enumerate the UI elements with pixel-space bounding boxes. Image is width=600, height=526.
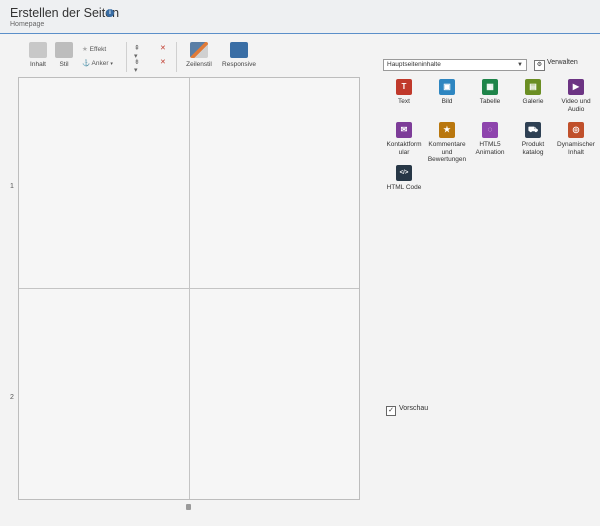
content-tile-label: Galerie — [522, 98, 544, 105]
chevron-down-icon: ▾ — [110, 61, 113, 67]
manage-label: Verwalten — [547, 59, 578, 66]
manage-icon: ⚙ — [534, 60, 545, 71]
image-icon: ▣ — [439, 79, 455, 95]
page-header: Erstellen der Seiten i Homepage — [0, 0, 600, 34]
mail-icon: ✉ — [396, 122, 412, 138]
content-category-select[interactable]: Hauptseiteninhalte ▼ — [383, 59, 527, 71]
dynamic-icon: ◎ — [568, 122, 584, 138]
resize-handle[interactable] — [186, 504, 191, 510]
page-title: Erstellen der Seiten — [10, 6, 120, 20]
effekt-label: Effekt — [89, 46, 107, 53]
brush-icon — [55, 42, 73, 58]
cart-icon: ⛟ — [525, 122, 541, 138]
pencil-icon — [29, 42, 47, 58]
content-tile-label: HTML Code — [386, 184, 422, 191]
zeilenstil-label: Zeilenstil — [186, 61, 212, 68]
row-number-2: 2 — [10, 394, 14, 401]
content-tile-label: Text — [398, 98, 410, 105]
info-icon[interactable]: i — [106, 9, 114, 17]
row-number-1: 1 — [10, 183, 14, 190]
responsive-icon — [230, 42, 248, 58]
content-tile[interactable]: T Text — [384, 79, 424, 106]
select-value: Hauptseiteninhalte — [387, 61, 441, 68]
content-tile[interactable]: ★ Kommentare und Bewertungen — [427, 122, 467, 164]
content-tile-label: Bild — [441, 98, 453, 105]
anker-label: Anker — [91, 60, 109, 67]
preview-checkbox[interactable]: ✓ Vorschau — [386, 405, 428, 416]
content-tile[interactable]: </> HTML Code — [384, 165, 424, 192]
zeilenstil-button[interactable]: Zeilenstil — [182, 42, 216, 68]
inhalt-label: Inhalt — [30, 61, 46, 68]
layout-grid[interactable] — [18, 77, 360, 500]
responsive-button[interactable]: Responsive — [221, 42, 257, 68]
code-icon: </> — [396, 165, 412, 181]
content-tile[interactable]: ▣ Bild — [427, 79, 467, 106]
inhalt-button[interactable]: Inhalt — [26, 42, 50, 68]
page-subtitle: Homepage — [10, 21, 45, 28]
chevron-down-icon: ▼ — [517, 62, 523, 68]
animation-icon: ◌ — [482, 122, 498, 138]
content-tile[interactable]: ◎ Dynamischer Inhalt — [556, 122, 596, 156]
content-tile-label: Kommentare und Bewertungen — [427, 141, 467, 163]
text-icon: T — [396, 79, 412, 95]
delete-row-icon[interactable]: ✕ — [160, 58, 166, 66]
responsive-label: Responsive — [222, 61, 256, 68]
table-icon: ▦ — [482, 79, 498, 95]
toolbar-separator — [176, 42, 177, 72]
star-icon: ★ — [82, 46, 88, 53]
star-icon: ★ — [439, 122, 455, 138]
gallery-icon: ▤ — [525, 79, 541, 95]
delete-column-icon[interactable]: ✕ — [160, 44, 166, 52]
preview-label: Vorschau — [399, 405, 429, 412]
toolbar-separator — [126, 42, 127, 72]
manage-button[interactable]: ⚙ Verwalten — [534, 59, 578, 71]
content-tile[interactable]: ▶ Video und Audio — [556, 79, 596, 113]
effekt-button[interactable]: ★ Effekt — [82, 45, 106, 53]
content-tile[interactable]: ⛟ Produkt katalog — [513, 122, 553, 156]
content-tile[interactable]: ▤ Galerie — [513, 79, 553, 106]
checkbox-checked-icon: ✓ — [386, 406, 396, 416]
content-tile-label: Tabelle — [479, 98, 501, 105]
content-tile[interactable]: ▦ Tabelle — [470, 79, 510, 106]
anker-button[interactable]: ⚓ Anker ▾ — [82, 59, 113, 67]
insert-row-below-icon[interactable]: ⇟ ▾ — [134, 58, 140, 74]
content-tile[interactable]: ✉ Kontaktform ular — [384, 122, 424, 156]
content-tile-label: Produkt katalog — [521, 141, 545, 156]
row-style-icon — [190, 42, 208, 58]
content-tile-label: Dynamischer Inhalt — [557, 141, 595, 156]
anchor-icon: ⚓ — [82, 60, 91, 67]
content-tile-label: Kontaktform ular — [386, 141, 422, 156]
video-icon: ▶ — [568, 79, 584, 95]
content-tile[interactable]: ◌ HTML5 Animation — [470, 122, 510, 156]
content-tile-label: Video und Audio — [561, 98, 591, 113]
row-divider[interactable] — [19, 288, 359, 289]
stil-label: Stil — [59, 61, 69, 68]
content-tile-label: HTML5 Animation — [475, 141, 505, 156]
stil-button[interactable]: Stil — [53, 42, 75, 68]
